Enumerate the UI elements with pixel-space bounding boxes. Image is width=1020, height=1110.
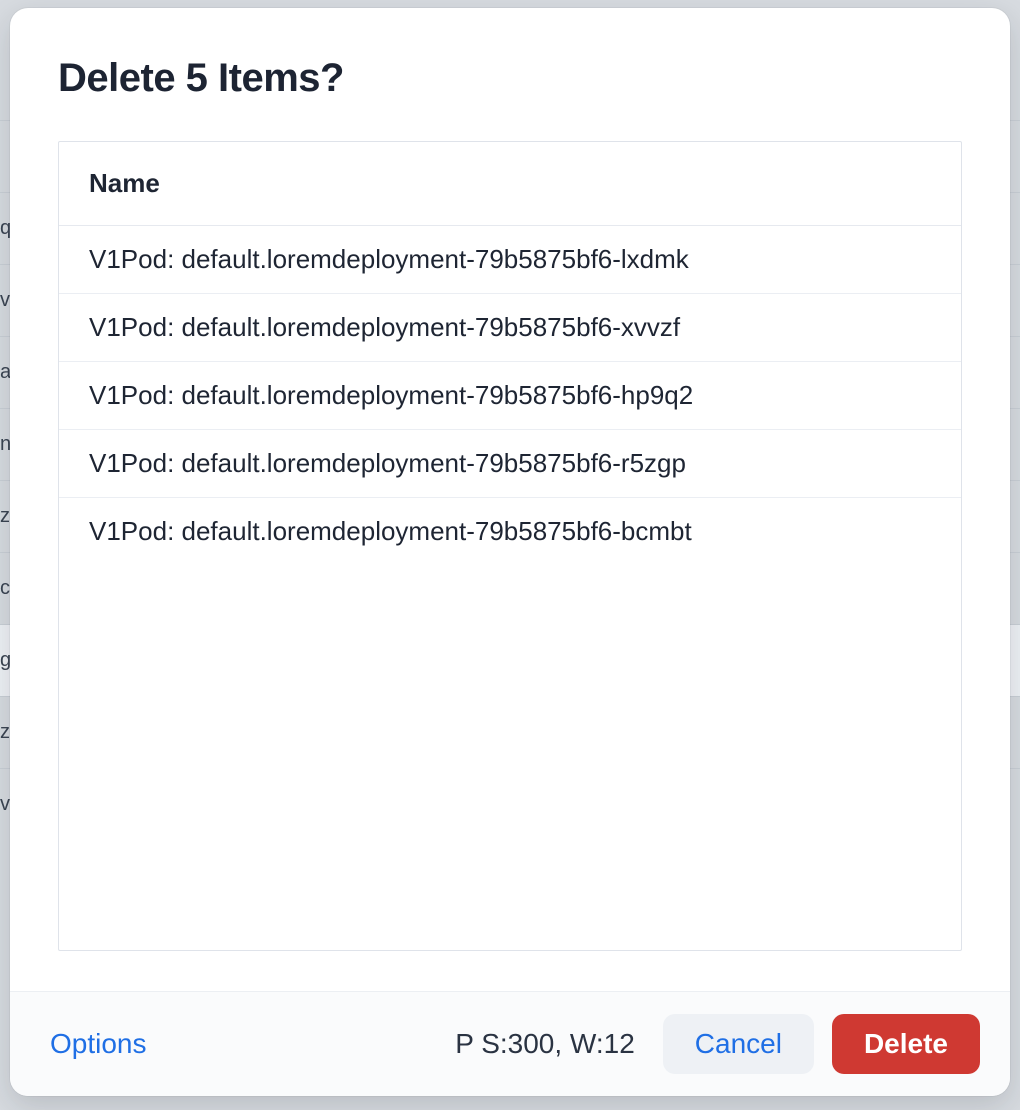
list-item: V1Pod: default.loremdeployment-79b5875bf… xyxy=(59,294,961,362)
modal-title: Delete 5 Items? xyxy=(58,56,962,101)
confirm-delete-modal: Delete 5 Items? Name V1Pod: default.lore… xyxy=(10,8,1010,1096)
list-item: V1Pod: default.loremdeployment-79b5875bf… xyxy=(59,362,961,430)
list-item: V1Pod: default.loremdeployment-79b5875bf… xyxy=(59,430,961,498)
delete-button[interactable]: Delete xyxy=(832,1014,980,1074)
items-list[interactable]: V1Pod: default.loremdeployment-79b5875bf… xyxy=(59,226,961,950)
items-column-header: Name xyxy=(59,142,961,226)
modal-footer: Options P S:300, W:12 Cancel Delete xyxy=(10,991,1010,1096)
modal-body: Delete 5 Items? Name V1Pod: default.lore… xyxy=(10,8,1010,991)
list-item: V1Pod: default.loremdeployment-79b5875bf… xyxy=(59,498,961,565)
items-panel: Name V1Pod: default.loremdeployment-79b5… xyxy=(58,141,962,951)
options-button[interactable]: Options xyxy=(40,1022,157,1066)
status-text: P S:300, W:12 xyxy=(455,1028,635,1060)
list-item: V1Pod: default.loremdeployment-79b5875bf… xyxy=(59,226,961,294)
cancel-button[interactable]: Cancel xyxy=(663,1014,814,1074)
